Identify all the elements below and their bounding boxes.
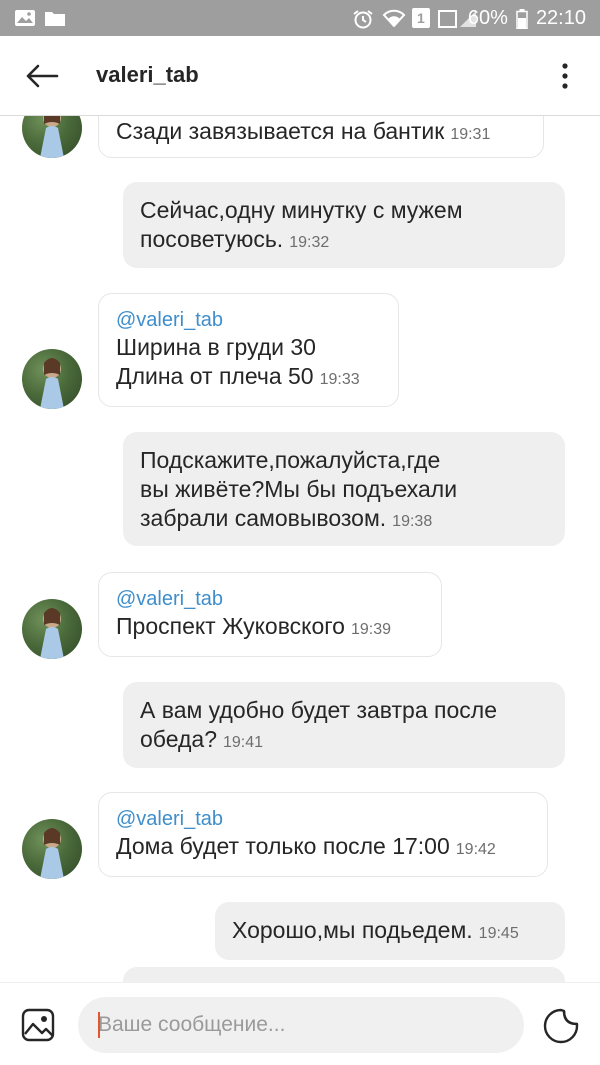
reply-mention-link[interactable]: @valeri_tab — [116, 586, 424, 612]
battery-icon — [516, 9, 528, 30]
message-line: Хорошо,мы подьедем. — [232, 917, 473, 943]
folder-notification-icon — [44, 9, 66, 27]
chat-header: valeri_tab — [0, 36, 600, 116]
battery-percent: 60% — [467, 6, 508, 29]
alarm-icon — [352, 9, 374, 29]
message-time: 19:39 — [350, 621, 391, 638]
message-bubble-incoming[interactable]: @valeri_tab Ширина в груди 30 Длина от п… — [98, 293, 399, 407]
back-button[interactable] — [22, 58, 62, 94]
message-bubble-outgoing[interactable]: Хорошо,мы подьедем. 19:45 — [215, 902, 565, 960]
image-icon — [21, 1008, 55, 1042]
gallery-notification-icon — [14, 9, 36, 27]
message-time: 19:32 — [289, 234, 330, 251]
sim-slot-icon: 1 — [411, 8, 430, 28]
more-options-button[interactable] — [550, 58, 580, 94]
message-composer — [0, 982, 600, 1065]
message-time: 19:31 — [450, 126, 491, 143]
text-cursor — [98, 1012, 100, 1038]
reply-mention-link[interactable]: @valeri_tab — [116, 307, 381, 333]
message-line: обеда? — [140, 726, 217, 752]
sim-slot-label: 1 — [417, 10, 425, 26]
more-vertical-icon — [562, 63, 568, 89]
message-bubble-outgoing[interactable]: А вам удобно будет завтра после обеда? 19… — [123, 682, 565, 768]
message-bubble-outgoing[interactable]: Подскажите,пожалуйста,где вы живёте?Мы б… — [123, 432, 565, 546]
arrow-left-icon — [26, 64, 59, 88]
gallery-button[interactable] — [20, 1007, 56, 1043]
message-line: Проспект Жуковского — [116, 613, 345, 639]
cellular-signal-icon — [437, 9, 476, 28]
message-time: 19:33 — [319, 371, 360, 388]
status-bar: 1 60% 22:10 — [0, 0, 600, 36]
message-line: А вам удобно будет завтра после — [140, 697, 497, 723]
reply-mention-link[interactable]: @valeri_tab — [116, 806, 530, 832]
message-line: забрали самовывозом. — [140, 505, 387, 531]
message-input-container[interactable] — [78, 997, 524, 1053]
message-time: 19:38 — [392, 513, 433, 530]
avatar[interactable] — [22, 116, 82, 158]
message-line: Ширина в груди 30 — [116, 334, 316, 360]
sticker-button[interactable] — [542, 1007, 580, 1045]
message-bubble-incoming[interactable]: @valeri_tab Проспект Жуковского 19:39 — [98, 572, 442, 657]
message-line: Дома будет только после 17:00 — [116, 833, 450, 859]
chat-title[interactable]: valeri_tab — [96, 62, 199, 88]
message-bubble-outgoing-partial[interactable] — [123, 967, 565, 982]
avatar[interactable] — [22, 599, 82, 659]
status-left — [14, 9, 66, 27]
message-time: 19:42 — [455, 841, 496, 858]
message-input[interactable] — [98, 997, 498, 1053]
message-line: Сейчас,одну минутку с мужем — [140, 197, 463, 223]
message-text: Сзади завязывается на бантик — [116, 118, 445, 144]
sticker-icon — [543, 1008, 579, 1044]
message-list[interactable]: Сзади завязывается на бантик 19:31 Сейчас… — [0, 116, 600, 982]
message-line: посоветуюсь. — [140, 226, 284, 252]
status-time: 22:10 — [535, 6, 586, 29]
message-line: вы живёте?Мы бы подъехали — [140, 476, 458, 502]
message-line: Подскажите,пожалуйста,где — [140, 447, 441, 473]
message-line: Длина от плеча 50 — [116, 363, 314, 389]
message-time: 19:45 — [478, 925, 519, 942]
message-bubble-incoming[interactable]: Сзади завязывается на бантик 19:31 — [98, 116, 544, 158]
message-bubble-incoming[interactable]: @valeri_tab Дома будет только после 17:0… — [98, 792, 548, 877]
wifi-icon — [382, 9, 406, 28]
avatar[interactable] — [22, 349, 82, 409]
avatar[interactable] — [22, 819, 82, 879]
message-time: 19:41 — [223, 734, 264, 751]
message-bubble-outgoing[interactable]: Сейчас,одну минутку с мужем посоветуюсь.… — [123, 182, 565, 268]
status-right: 1 60% 22:10 — [352, 7, 586, 30]
